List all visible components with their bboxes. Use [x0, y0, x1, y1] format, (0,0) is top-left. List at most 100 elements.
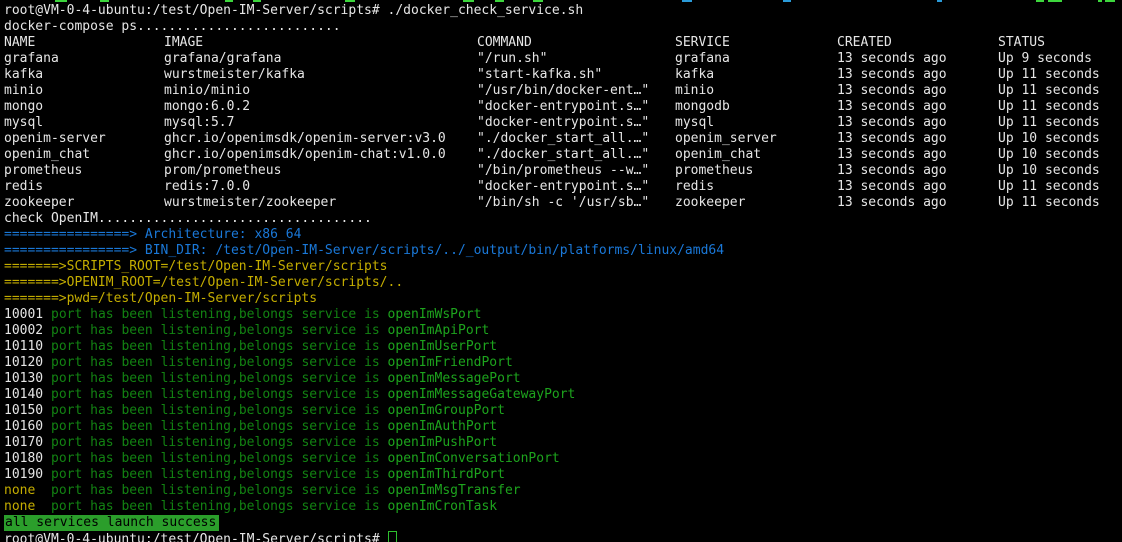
port-message: port has been listening,belongs service … — [51, 451, 388, 467]
cell-command: "./docker_start_all.…" — [477, 131, 675, 147]
port-check-line: 10160 port has been listening,belongs se… — [4, 419, 1122, 435]
cell-status: Up 11 seconds — [998, 195, 1122, 211]
table-row: mysql mysql:5.7 "docker-entrypoint.s…" m… — [4, 115, 1122, 131]
port-service-name: openImGroupPort — [388, 403, 505, 419]
port-number: none — [4, 499, 51, 515]
port-service-name: openImThirdPort — [388, 467, 505, 483]
cell-name: openim_chat — [4, 147, 164, 163]
cell-image: minio/minio — [164, 83, 477, 99]
port-message: port has been listening,belongs service … — [51, 499, 388, 515]
cell-service: openim_server — [675, 131, 837, 147]
port-message: port has been listening,belongs service … — [51, 403, 388, 419]
port-service-name: openImPushPort — [388, 435, 498, 451]
port-check-line: 10120 port has been listening,belongs se… — [4, 355, 1122, 371]
port-number: 10190 — [4, 467, 51, 483]
cell-image: wurstmeister/zookeeper — [164, 195, 477, 211]
port-check-line: 10130 port has been listening,belongs se… — [4, 371, 1122, 387]
cell-status: Up 11 seconds — [998, 179, 1122, 195]
column-header-service: SERVICE — [675, 35, 837, 51]
port-number: 10002 — [4, 323, 51, 339]
bin-dir-line: ================> BIN_DIR: /test/Open-IM… — [4, 243, 1122, 259]
cell-created: 13 seconds ago — [837, 115, 998, 131]
cell-name: redis — [4, 179, 164, 195]
cell-created: 13 seconds ago — [837, 179, 998, 195]
table-row: kafka wurstmeister/kafka "start-kafka.sh… — [4, 67, 1122, 83]
success-badge: all services launch success — [4, 515, 219, 531]
port-service-name: openImMessagePort — [388, 371, 521, 387]
port-check-line: 10140 port has been listening,belongs se… — [4, 387, 1122, 403]
port-number: 10150 — [4, 403, 51, 419]
cell-created: 13 seconds ago — [837, 147, 998, 163]
port-service-name: openImUserPort — [388, 339, 498, 355]
cell-name: mysql — [4, 115, 164, 131]
cell-name: grafana — [4, 51, 164, 67]
port-check-line: 10002 port has been listening,belongs se… — [4, 323, 1122, 339]
cell-name: zookeeper — [4, 195, 164, 211]
success-line: all services launch success — [4, 515, 1122, 531]
port-service-name: openImApiPort — [388, 323, 490, 339]
port-service-name: openImConversationPort — [388, 451, 560, 467]
port-message: port has been listening,belongs service … — [51, 483, 388, 499]
cell-status: Up 11 seconds — [998, 67, 1122, 83]
compose-ps-line: docker-compose ps.......................… — [4, 19, 1122, 35]
cell-command: "./docker_start_all.…" — [477, 147, 675, 163]
prompt-line-2: root@VM-0-4-ubuntu:/test/Open-IM-Server/… — [4, 531, 1122, 542]
table-row: zookeeper wurstmeister/zookeeper "/bin/s… — [4, 195, 1122, 211]
port-service-name: openImWsPort — [388, 307, 482, 323]
table-row: mongo mongo:6.0.2 "docker-entrypoint.s…"… — [4, 99, 1122, 115]
port-message: port has been listening,belongs service … — [51, 307, 388, 323]
port-check-line: 10110 port has been listening,belongs se… — [4, 339, 1122, 355]
cell-image: prom/prometheus — [164, 163, 477, 179]
cell-service: zookeeper — [675, 195, 837, 211]
column-header-created: CREATED — [837, 35, 998, 51]
cell-command: "docker-entrypoint.s…" — [477, 179, 675, 195]
scripts-root-line: =======>SCRIPTS_ROOT=/test/Open-IM-Serve… — [4, 259, 1122, 275]
cell-command: "docker-entrypoint.s…" — [477, 99, 675, 115]
cell-image: mongo:6.0.2 — [164, 99, 477, 115]
cell-name: mongo — [4, 99, 164, 115]
cell-name: kafka — [4, 67, 164, 83]
cell-image: ghcr.io/openimsdk/openim-server:v3.0 — [164, 131, 477, 147]
cell-name: openim-server — [4, 131, 164, 147]
prompt-text: root@VM-0-4-ubuntu:/test/Open-IM-Server/… — [4, 532, 388, 542]
cell-created: 13 seconds ago — [837, 99, 998, 115]
cell-service: minio — [675, 83, 837, 99]
cell-service: mysql — [675, 115, 837, 131]
port-check-line: 10001 port has been listening,belongs se… — [4, 307, 1122, 323]
openim-root-line: =======>OPENIM_ROOT=/test/Open-IM-Server… — [4, 275, 1122, 291]
table-row: prometheus prom/prometheus "/bin/prometh… — [4, 163, 1122, 179]
terminal-cursor — [388, 531, 397, 542]
port-check-line: 10170 port has been listening,belongs se… — [4, 435, 1122, 451]
cell-status: Up 11 seconds — [998, 115, 1122, 131]
port-message: port has been listening,belongs service … — [51, 435, 388, 451]
cell-created: 13 seconds ago — [837, 51, 998, 67]
check-openim-line: check OpenIM............................… — [4, 211, 1122, 227]
port-number: 10130 — [4, 371, 51, 387]
cell-created: 13 seconds ago — [837, 131, 998, 147]
port-service-name: openImAuthPort — [388, 419, 498, 435]
pwd-line: =======>pwd=/test/Open-IM-Server/scripts — [4, 291, 1122, 307]
port-message: port has been listening,belongs service … — [51, 371, 388, 387]
port-service-name: openImCronTask — [388, 499, 498, 515]
port-service-name: openImMessageGatewayPort — [388, 387, 576, 403]
port-number: 10140 — [4, 387, 51, 403]
cell-status: Up 10 seconds — [998, 147, 1122, 163]
table-row: openim_chat ghcr.io/openimsdk/openim-cha… — [4, 147, 1122, 163]
column-header-name: NAME — [4, 35, 164, 51]
cell-status: Up 11 seconds — [998, 83, 1122, 99]
port-check-line: 10180 port has been listening,belongs se… — [4, 451, 1122, 467]
cell-image: grafana/grafana — [164, 51, 477, 67]
table-row: grafana grafana/grafana "/run.sh" grafan… — [4, 51, 1122, 67]
column-header-status: STATUS — [998, 35, 1122, 51]
table-row: openim-server ghcr.io/openimsdk/openim-s… — [4, 131, 1122, 147]
cell-name: minio — [4, 83, 164, 99]
port-service-name: openImFriendPort — [388, 355, 513, 371]
column-header-image: IMAGE — [164, 35, 477, 51]
port-message: port has been listening,belongs service … — [51, 419, 388, 435]
cell-status: Up 10 seconds — [998, 163, 1122, 179]
port-number: 10110 — [4, 339, 51, 355]
terminal-window: root@VM-0-4-ubuntu:/test/Open-IM-Server/… — [0, 0, 1122, 542]
cell-service: prometheus — [675, 163, 837, 179]
cell-command: "/bin/sh -c '/usr/sb…" — [477, 195, 675, 211]
cell-command: "/bin/prometheus --w…" — [477, 163, 675, 179]
